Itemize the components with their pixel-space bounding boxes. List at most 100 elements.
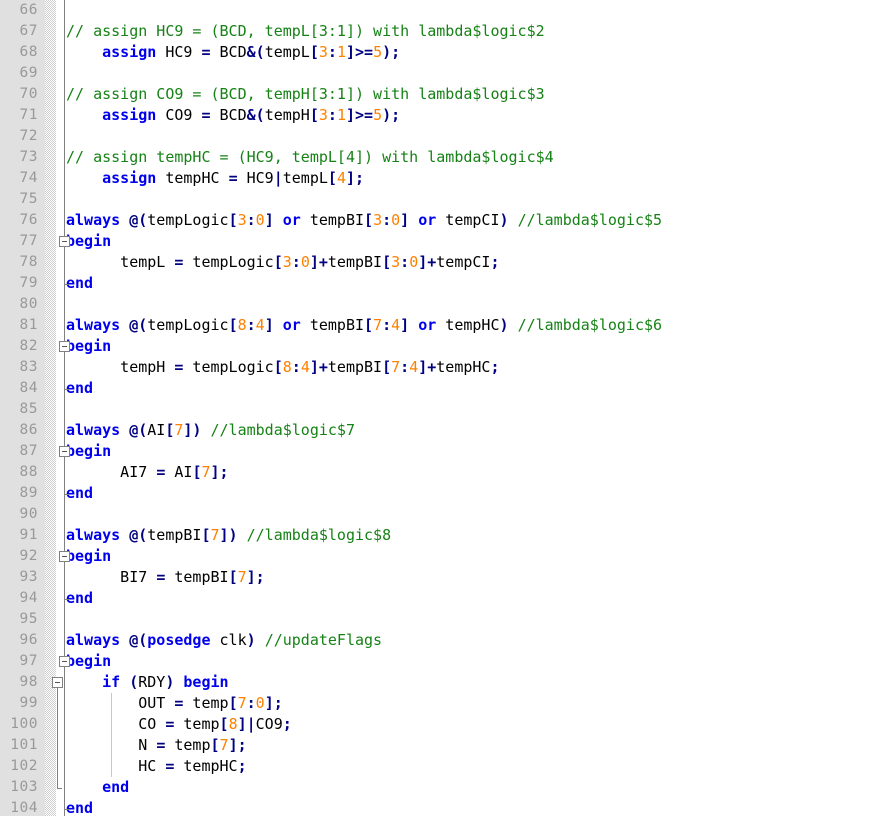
line-content[interactable]: // assign CO9 = (BCD, tempH[3:1]) with l…: [66, 84, 545, 105]
line-content[interactable]: assign HC9 = BCD&(tempL[3:1]>=5);: [66, 42, 400, 63]
line-content[interactable]: begin: [66, 231, 111, 252]
line-content[interactable]: end: [66, 588, 93, 609]
code-line[interactable]: 85: [0, 399, 881, 420]
fold-collapse-icon[interactable]: [59, 446, 70, 457]
code-line[interactable]: 77 begin: [0, 231, 881, 252]
token-kw: assign: [102, 106, 157, 124]
code-line[interactable]: 89 end: [0, 483, 881, 504]
fold-range-line: [64, 352, 65, 389]
token-num: 7: [201, 463, 211, 481]
code-line[interactable]: 76 always @(tempLogic[3:0] or tempBI[3:0]…: [0, 210, 881, 231]
line-content[interactable]: OUT = temp[7:0];: [66, 693, 283, 714]
code-line[interactable]: 97 begin: [0, 651, 881, 672]
code-line[interactable]: 78 tempL = tempLogic[3:0]+tempBI[3:0]+te…: [0, 252, 881, 273]
code-line[interactable]: 72: [0, 126, 881, 147]
code-line[interactable]: 83 tempH = tempLogic[8:4]+tempBI[7:4]+te…: [0, 357, 881, 378]
code-line[interactable]: 94 end: [0, 588, 881, 609]
code-line[interactable]: 92 begin: [0, 546, 881, 567]
code-line[interactable]: 91 always @(tempBI[7]) //lambda$logic$8: [0, 525, 881, 546]
code-line[interactable]: 96 always @(posedge clk) //updateFlags: [0, 630, 881, 651]
fold-collapse-icon[interactable]: [59, 341, 70, 352]
code-line[interactable]: 98 if (RDY) begin: [0, 672, 881, 693]
line-content[interactable]: end: [66, 777, 129, 798]
code-line[interactable]: 95: [0, 609, 881, 630]
code-line[interactable]: 71 assign CO9 = BCD&(tempH[3:1]>=5);: [0, 105, 881, 126]
line-content[interactable]: HC = tempHC;: [66, 756, 247, 777]
code-line[interactable]: 87 begin: [0, 441, 881, 462]
code-line[interactable]: 103 end: [0, 777, 881, 798]
line-content[interactable]: // assign tempHC = (HC9, tempL[4]) with …: [66, 147, 554, 168]
line-content[interactable]: always @(tempLogic[3:0] or tempBI[3:0] o…: [66, 210, 662, 231]
token-kw: always: [66, 631, 121, 649]
code-editor[interactable]: 66 67 // assign HC9 = (BCD, tempL[3:1]) wi…: [0, 0, 881, 817]
token-plain: tempH: [264, 106, 310, 124]
token-op: :: [400, 253, 410, 271]
code-line[interactable]: 69: [0, 63, 881, 84]
code-line[interactable]: 86 always @(AI[7]) //lambda$logic$7: [0, 420, 881, 441]
code-line[interactable]: 90: [0, 504, 881, 525]
line-number: 99: [19, 695, 38, 711]
code-line[interactable]: 81 always @(tempLogic[8:4] or tempBI[7:4]…: [0, 315, 881, 336]
line-content[interactable]: always @(AI[7]) //lambda$logic$7: [66, 420, 355, 441]
code-line[interactable]: 102 HC = tempHC;: [0, 756, 881, 777]
code-line[interactable]: 73 // assign tempHC = (HC9, tempL[4]) wit…: [0, 147, 881, 168]
code-line[interactable]: 66: [0, 0, 881, 21]
code-line[interactable]: 70 // assign CO9 = (BCD, tempH[3:1]) with…: [0, 84, 881, 105]
line-content[interactable]: tempH = tempLogic[8:4]+tempBI[7:4]+tempH…: [66, 357, 499, 378]
line-content[interactable]: end: [66, 483, 93, 504]
fold-collapse-icon[interactable]: [59, 656, 70, 667]
token-plain: tempL: [264, 43, 310, 61]
code-line[interactable]: 79 end: [0, 273, 881, 294]
token-comment: //lambda$logic$8: [246, 526, 392, 544]
token-op: ];: [210, 463, 229, 481]
line-content[interactable]: BI7 = tempBI[7];: [66, 567, 265, 588]
line-content[interactable]: begin: [66, 336, 111, 357]
token-op: ;: [237, 757, 247, 775]
line-content[interactable]: always @(tempBI[7]) //lambda$logic$8: [66, 525, 391, 546]
code-line[interactable]: 75: [0, 189, 881, 210]
code-line[interactable]: 101 N = temp[7];: [0, 735, 881, 756]
code-line[interactable]: 67 // assign HC9 = (BCD, tempL[3:1]) with…: [0, 21, 881, 42]
code-line[interactable]: 68 assign HC9 = BCD&(tempL[3:1]>=5);: [0, 42, 881, 63]
line-content[interactable]: always @(posedge clk) //updateFlags: [66, 630, 382, 651]
line-content[interactable]: // assign HC9 = (BCD, tempL[3:1]) with l…: [66, 21, 545, 42]
fold-collapse-icon[interactable]: [59, 551, 70, 562]
line-content[interactable]: assign tempHC = HC9|tempL[4];: [66, 168, 364, 189]
code-line[interactable]: 80: [0, 294, 881, 315]
code-line[interactable]: 100 CO = temp[8]|CO9;: [0, 714, 881, 735]
code-line[interactable]: 88 AI7 = AI[7];: [0, 462, 881, 483]
token-op: ];: [246, 568, 265, 586]
line-content[interactable]: if (RDY) begin: [66, 672, 228, 693]
token-op: ;: [490, 253, 500, 271]
line-content[interactable]: begin: [66, 441, 111, 462]
line-content[interactable]: end: [66, 378, 93, 399]
line-content[interactable]: tempL = tempLogic[3:0]+tempBI[3:0]+tempC…: [66, 252, 500, 273]
line-content[interactable]: AI7 = AI[7];: [66, 462, 229, 483]
line-content[interactable]: CO = temp[8]|CO9;: [66, 714, 292, 735]
code-line[interactable]: 84 end: [0, 378, 881, 399]
line-content[interactable]: N = temp[7];: [66, 735, 246, 756]
token-op: =: [201, 43, 211, 61]
line-content[interactable]: begin: [66, 651, 111, 672]
line-content[interactable]: always @(tempLogic[8:4] or tempBI[7:4] o…: [66, 315, 662, 336]
token-kw: posedge: [147, 631, 211, 649]
line-number: 74: [19, 170, 38, 186]
code-line[interactable]: 99 OUT = temp[7:0];: [0, 693, 881, 714]
fold-collapse-icon[interactable]: [59, 236, 70, 247]
line-content[interactable]: assign CO9 = BCD&(tempH[3:1]>=5);: [66, 105, 400, 126]
line-content[interactable]: begin: [66, 546, 111, 567]
code-line[interactable]: 74 assign tempHC = HC9|tempL[4];: [0, 168, 881, 189]
code-line[interactable]: 93 BI7 = tempBI[7];: [0, 567, 881, 588]
line-number: 103: [10, 779, 38, 795]
line-number: 94: [19, 590, 38, 606]
line-number: 89: [19, 485, 38, 501]
code-line[interactable]: 82 begin: [0, 336, 881, 357]
line-content[interactable]: end: [66, 273, 93, 294]
token-num: 8: [237, 316, 247, 334]
fold-collapse-icon[interactable]: [52, 677, 63, 688]
